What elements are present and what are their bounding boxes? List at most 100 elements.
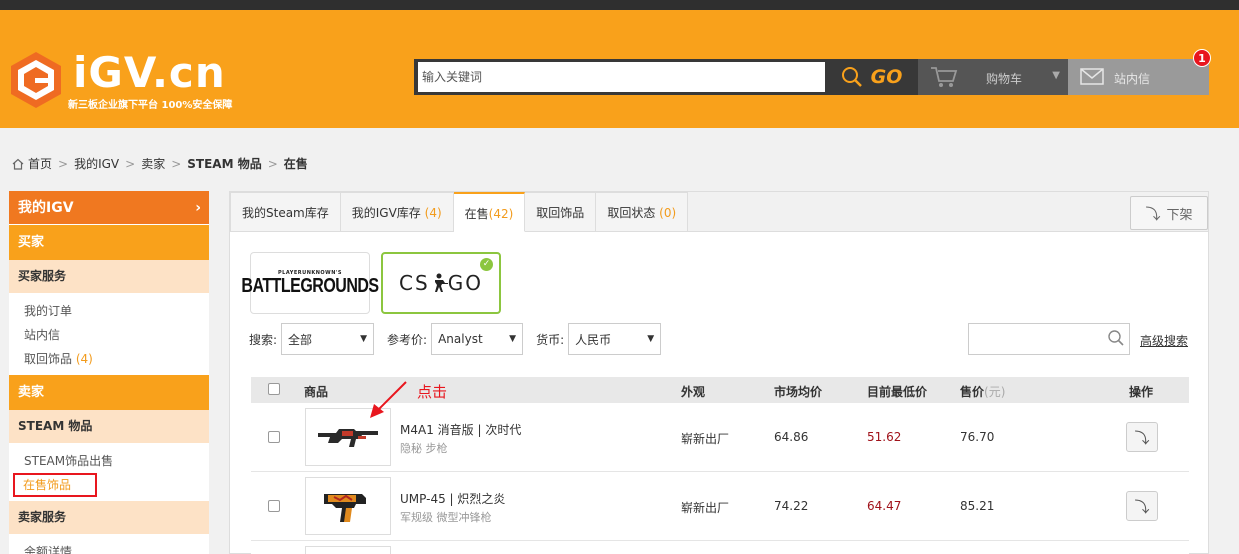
cell-sale-price: 76.70 xyxy=(960,430,995,444)
arrow-down-icon: ⤵ xyxy=(1134,497,1150,516)
row-offshelf-button[interactable]: ⤵ xyxy=(1126,491,1158,521)
arrow-down-icon: ⤵ xyxy=(1134,428,1150,447)
tab-bar: 我的Steam库存 我的IGV库存 (4) 在售(42) 取回饰品 取回状态 (… xyxy=(230,192,1208,232)
cell-sale-price: 85.21 xyxy=(960,499,995,513)
offshelf-label: 下架 xyxy=(1166,207,1193,223)
select-all-checkbox[interactable] xyxy=(268,383,280,395)
logo-icon[interactable] xyxy=(9,50,63,110)
th-price: 售价(元) xyxy=(960,385,1006,399)
cell-exterior: 崭新出厂 xyxy=(681,501,730,515)
breadcrumb-seller[interactable]: 卖家 xyxy=(141,155,165,172)
sidebar-item-on-sale[interactable]: 在售饰品 xyxy=(13,473,98,497)
caret-down-icon: ▼ xyxy=(647,334,655,344)
check-icon: ✓ xyxy=(480,258,493,271)
advanced-search-link[interactable]: 高级搜索 xyxy=(1140,332,1188,349)
sidebar-seller-links: STEAM饰品出售 在售饰品 xyxy=(9,443,209,501)
sidebar-seller-service: 卖家服务 xyxy=(9,501,209,534)
sidebar-buyer-service: 买家服务 xyxy=(9,260,209,293)
inbox-badge: 1 xyxy=(1193,49,1211,67)
cell-lowest-price: 51.62 xyxy=(867,430,902,444)
item-thumbnail[interactable] xyxy=(305,477,391,535)
breadcrumb-separator: > xyxy=(267,156,278,171)
sidebar-seller-service-links: 余额详情 xyxy=(9,534,209,554)
table-row-partial xyxy=(251,541,1189,554)
item-name[interactable]: M4A1 消音版 | 次时代 xyxy=(400,421,521,438)
cell-lowest-price: 64.47 xyxy=(867,499,902,513)
chevron-down-icon: ▼ xyxy=(1052,70,1060,81)
cart-button[interactable]: 购物车 ▼ xyxy=(918,59,1068,95)
sidebar-item-retrieve[interactable]: 取回饰品 (4) xyxy=(24,347,209,371)
breadcrumb-separator: > xyxy=(171,156,182,171)
breadcrumb-separator: > xyxy=(125,156,136,171)
arrow-down-icon: ⤵ xyxy=(1145,204,1161,223)
tab-on-sale[interactable]: 在售(42) xyxy=(453,192,526,232)
search-icon[interactable] xyxy=(1107,329,1125,347)
annotation-text: 点击 xyxy=(417,383,448,401)
table-row: UMP-45 | 炽烈之炎 军规级 微型冲锋枪 崭新出厂 74.22 64.47… xyxy=(251,472,1189,541)
item-thumbnail[interactable] xyxy=(305,546,391,554)
th-item: 商品 xyxy=(304,385,329,399)
row-offshelf-button[interactable]: ⤵ xyxy=(1126,422,1158,452)
caret-down-icon: ▼ xyxy=(360,334,368,344)
sidebar-item-balance[interactable]: 余额详情 xyxy=(24,540,209,554)
item-name[interactable]: UMP-45 | 炽烈之炎 xyxy=(400,490,505,507)
breadcrumb-separator: > xyxy=(58,156,69,171)
chevron-right-icon: › xyxy=(195,200,201,216)
tab-igv-inventory[interactable]: 我的IGV库存 (4) xyxy=(340,192,454,232)
filter-ref-select[interactable]: Analyst ▼ xyxy=(431,323,524,355)
row-checkbox[interactable] xyxy=(268,500,280,512)
tab-steam-inventory[interactable]: 我的Steam库存 xyxy=(230,192,341,232)
sidebar-section-seller[interactable]: 卖家 xyxy=(9,375,209,410)
searchbar-spacer xyxy=(414,95,1209,105)
search-input[interactable] xyxy=(418,62,825,92)
sidebar-main-label: 我的IGV xyxy=(18,200,74,216)
caret-down-icon: ▼ xyxy=(509,334,517,344)
filter-search-select[interactable]: 全部 ▼ xyxy=(281,323,375,355)
tab-retrieve-status[interactable]: 取回状态 (0) xyxy=(596,192,689,232)
breadcrumb-steam-items[interactable]: STEAM 物品 xyxy=(187,155,261,172)
content-panel: 我的Steam库存 我的IGV库存 (4) 在售(42) 取回饰品 取回状态 (… xyxy=(229,191,1209,554)
top-strip xyxy=(0,0,1239,10)
table-search-input[interactable] xyxy=(968,323,1130,355)
inbox-label: 站内信 xyxy=(1114,72,1151,86)
filter-currency-select[interactable]: 人民币 ▼ xyxy=(568,323,662,355)
mail-icon xyxy=(1080,68,1104,85)
search-icon xyxy=(841,67,862,87)
sidebar: 我的IGV › 买家 买家服务 我的订单 站内信 取回饰品 (4) 卖家 STE… xyxy=(9,191,209,554)
item-rarity: 军规级 微型冲锋枪 xyxy=(400,511,492,524)
pubg-main-text: BATTLEGROUNDS xyxy=(241,275,379,297)
cell-market-price: 74.22 xyxy=(774,499,809,513)
breadcrumb-my-igv[interactable]: 我的IGV xyxy=(74,155,119,172)
cart-icon xyxy=(931,67,958,87)
item-rarity: 隐秘 步枪 xyxy=(400,442,448,455)
offshelf-button[interactable]: ⤵ 下架 xyxy=(1130,196,1208,230)
sidebar-item-orders[interactable]: 我的订单 xyxy=(24,299,209,323)
sidebar-my-igv[interactable]: 我的IGV › xyxy=(9,191,209,225)
sidebar-buyer-links: 我的订单 站内信 取回饰品 (4) xyxy=(9,293,209,375)
game-card-pubg[interactable]: PLAYERUNKNOWN'S BATTLEGROUNDS xyxy=(241,252,379,314)
th-exterior: 外观 xyxy=(681,385,706,399)
sidebar-steam-items: STEAM 物品 xyxy=(9,410,209,443)
soldier-icon xyxy=(434,273,448,292)
home-icon xyxy=(12,158,24,170)
tab-retrieve[interactable]: 取回饰品 xyxy=(525,192,597,232)
logo-text[interactable]: iGV.cn xyxy=(73,50,226,96)
th-lowest: 目前最低价 xyxy=(867,385,928,399)
cell-market-price: 64.86 xyxy=(774,430,809,444)
go-label: GO xyxy=(870,66,903,88)
site-header: iGV.cn 新三板企业旗下平台 100%安全保障 GO 购物车 ▼ xyxy=(0,10,1239,128)
breadcrumb-current: 在售 xyxy=(283,157,308,171)
breadcrumb-home[interactable]: 首页 xyxy=(28,155,52,172)
inbox-button[interactable]: 站内信 1 xyxy=(1068,49,1211,95)
filter-search-label: 搜索: xyxy=(249,332,278,347)
smg-icon xyxy=(324,494,366,522)
game-card-csgo[interactable]: CS GO ✓ xyxy=(381,252,501,314)
csgo-logo: CS GO xyxy=(399,271,483,295)
search-go-button[interactable]: GO xyxy=(825,59,918,95)
cell-exterior: 崭新出厂 xyxy=(681,432,730,446)
sidebar-section-buyer[interactable]: 买家 xyxy=(9,225,209,260)
cart-label: 购物车 xyxy=(986,72,1023,86)
row-checkbox[interactable] xyxy=(268,431,280,443)
sidebar-item-messages[interactable]: 站内信 xyxy=(24,323,209,347)
sidebar-item-steam-sell[interactable]: STEAM饰品出售 xyxy=(24,449,209,473)
